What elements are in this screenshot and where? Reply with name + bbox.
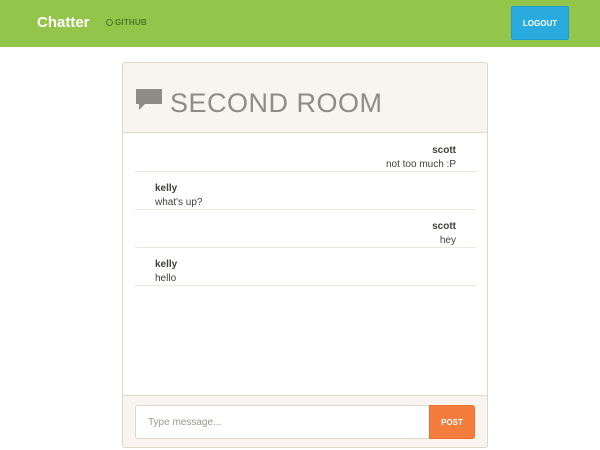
message-item: kelly hello: [135, 248, 476, 286]
brand-link[interactable]: Chatter: [37, 14, 90, 31]
message-input[interactable]: [135, 405, 429, 439]
room-title: SECOND ROOM: [170, 88, 383, 118]
message-author: scott: [432, 145, 456, 156]
chat-bubble-icon: [136, 89, 162, 110]
github-icon: [106, 19, 113, 26]
navbar: Chatter GITHUB LOGOUT: [0, 0, 600, 47]
logout-button[interactable]: LOGOUT: [511, 6, 569, 40]
message-author: kelly: [155, 183, 178, 194]
chat-panel: SECOND ROOM scott not too much :P kelly …: [122, 62, 488, 448]
message-text: hello: [155, 273, 177, 284]
post-button[interactable]: POST: [429, 405, 475, 439]
message-list: scott not too much :P kelly what's up? s…: [135, 134, 476, 286]
message-author: kelly: [155, 259, 178, 270]
github-link[interactable]: GITHUB: [106, 18, 147, 27]
github-label: GITHUB: [115, 18, 147, 27]
message-item: scott hey: [135, 210, 476, 248]
message-item: kelly what's up?: [135, 172, 476, 210]
message-author: scott: [432, 221, 456, 232]
message-text: hey: [439, 235, 456, 246]
message-text: what's up?: [155, 197, 203, 208]
message-item: scott not too much :P: [135, 134, 476, 172]
room-header: SECOND ROOM: [123, 63, 487, 133]
composer: POST: [123, 395, 487, 447]
message-text: not too much :P: [385, 159, 456, 170]
